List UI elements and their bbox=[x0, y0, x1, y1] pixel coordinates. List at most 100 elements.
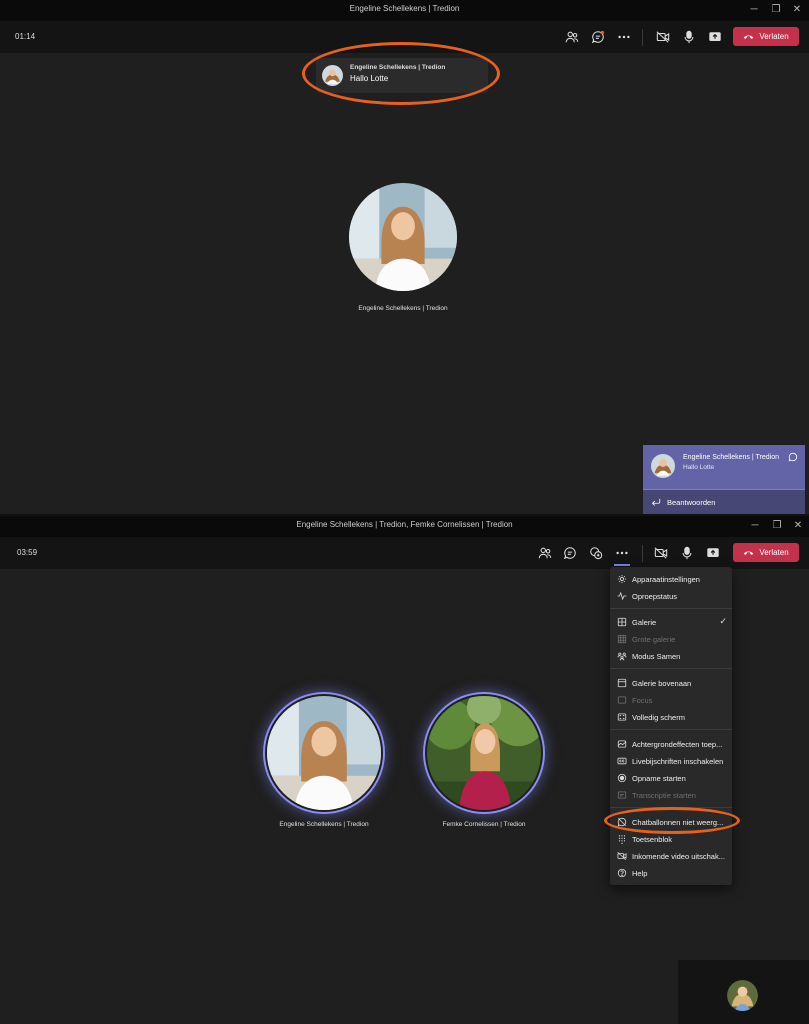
menu-item-label: Livebijschriften inschakelen bbox=[632, 757, 724, 766]
leave-label: Verlaten bbox=[759, 548, 789, 557]
reply-icon bbox=[651, 498, 661, 506]
menu-item-incoming-video-off[interactable]: Inkomende video uitschak... bbox=[610, 848, 732, 864]
menu-item-start-transcription: Transcriptie starten bbox=[610, 787, 732, 803]
menu-item-label: Modus Samen bbox=[632, 652, 681, 661]
participants-icon[interactable] bbox=[536, 544, 554, 562]
restore-icon[interactable]: ❐ bbox=[769, 3, 783, 17]
close-icon[interactable]: ✕ bbox=[791, 519, 805, 533]
gallery-top-icon bbox=[617, 678, 627, 688]
video-off-icon bbox=[617, 851, 627, 861]
call-timer: 01:14 bbox=[15, 32, 36, 41]
participant-name: Engeline Schellekens | Tredion bbox=[358, 305, 448, 312]
hang-up-icon bbox=[744, 551, 754, 555]
participant-name: Engeline Schellekens | Tredion bbox=[279, 821, 369, 828]
more-options-icon[interactable] bbox=[615, 28, 633, 46]
camera-off-icon[interactable] bbox=[654, 28, 672, 46]
menu-item-start-recording[interactable]: Opname starten bbox=[610, 770, 732, 786]
restore-icon[interactable]: ❐ bbox=[770, 519, 784, 533]
close-icon[interactable]: ✕ bbox=[790, 3, 804, 17]
toast-message: Hallo Lotte bbox=[683, 464, 715, 471]
menu-item-label: Apparaatinstellingen bbox=[632, 575, 700, 584]
leave-label: Verlaten bbox=[759, 32, 789, 41]
menu-divider bbox=[610, 668, 732, 669]
menu-item-fullscreen[interactable]: Volledig scherm bbox=[610, 709, 732, 725]
minimize-icon[interactable]: ─ bbox=[748, 519, 762, 533]
large-grid-icon bbox=[617, 634, 627, 644]
annotation-highlight bbox=[302, 42, 500, 105]
help-icon bbox=[617, 868, 627, 878]
menu-item-label: Transcriptie starten bbox=[632, 791, 696, 800]
transcript-icon bbox=[617, 791, 627, 799]
menu-item-label: Inkomende video uitschak... bbox=[632, 852, 725, 861]
menu-item-help[interactable]: Help bbox=[610, 865, 732, 881]
call-timer: 03:59 bbox=[17, 548, 38, 557]
menu-item-device-settings[interactable]: Apparaatinstellingen bbox=[610, 571, 732, 587]
call-toolbar: 03:59 Verlaten bbox=[0, 537, 809, 569]
record-icon bbox=[617, 773, 627, 783]
menu-divider bbox=[610, 729, 732, 730]
reply-label: Beantwoorden bbox=[667, 498, 716, 507]
participants-icon[interactable] bbox=[563, 28, 581, 46]
together-mode-icon bbox=[617, 652, 627, 661]
toolbar-divider bbox=[642, 29, 643, 46]
menu-divider bbox=[610, 608, 732, 609]
minimize-icon[interactable]: ─ bbox=[747, 3, 761, 17]
active-indicator bbox=[614, 564, 630, 566]
menu-item-label: Oproepstatus bbox=[632, 592, 678, 601]
background-effects-icon bbox=[617, 740, 627, 748]
more-options-icon[interactable] bbox=[613, 544, 631, 562]
raise-hand-icon[interactable] bbox=[587, 544, 605, 562]
call-window-2: Engeline Schellekens | Tredion, Femke Co… bbox=[0, 516, 809, 1024]
keypad-icon bbox=[618, 835, 626, 844]
title-bar: Engeline Schellekens | Tredion, Femke Co… bbox=[0, 516, 809, 537]
annotation-highlight bbox=[604, 807, 740, 834]
pulse-icon bbox=[617, 591, 627, 601]
fullscreen-icon bbox=[617, 713, 627, 721]
menu-item-label: Galerie bbox=[632, 618, 657, 627]
menu-item-together-mode[interactable]: Modus Samen bbox=[610, 648, 732, 664]
focus-icon bbox=[617, 696, 627, 704]
camera-off-icon[interactable] bbox=[652, 544, 670, 562]
reply-button[interactable]: Beantwoorden bbox=[643, 489, 805, 514]
menu-item-label: Opname starten bbox=[632, 774, 686, 783]
menu-item-background-effects[interactable]: Achtergrondeffecten toep... bbox=[610, 736, 732, 752]
menu-item-large-gallery: Grote galerie bbox=[610, 631, 732, 647]
menu-item-gallery[interactable]: Galerie ✓ bbox=[610, 614, 732, 630]
check-icon: ✓ bbox=[719, 616, 727, 626]
toast-header[interactable]: Engeline Schellekens | Tredion Hallo Lot… bbox=[643, 445, 805, 489]
menu-item-label: Galerie bovenaan bbox=[632, 679, 692, 688]
participant-name: Femke Cornelissen | Tredion bbox=[442, 821, 526, 828]
chat-toast[interactable]: Engeline Schellekens | Tredion Hallo Lot… bbox=[643, 445, 805, 514]
menu-item-label: Achtergrondeffecten toep... bbox=[632, 740, 723, 749]
menu-item-call-status[interactable]: Oproepstatus bbox=[610, 588, 732, 604]
avatar bbox=[651, 454, 675, 478]
share-screen-icon[interactable] bbox=[704, 544, 722, 562]
menu-item-label: Help bbox=[632, 869, 648, 878]
menu-item-gallery-top[interactable]: Galerie bovenaan bbox=[610, 675, 732, 691]
window-title: Engeline Schellekens | Tredion, Femke Co… bbox=[296, 520, 513, 529]
self-avatar bbox=[727, 980, 758, 1011]
participant-photo bbox=[349, 183, 457, 291]
leave-button[interactable]: Verlaten bbox=[733, 543, 799, 562]
hang-up-icon bbox=[744, 35, 754, 39]
grid-icon bbox=[617, 617, 627, 627]
leave-button[interactable]: Verlaten bbox=[733, 27, 799, 46]
gear-icon bbox=[617, 574, 627, 584]
chat-icon[interactable] bbox=[561, 544, 579, 562]
menu-item-focus: Focus bbox=[610, 692, 732, 708]
menu-item-label: Focus bbox=[632, 696, 653, 705]
chat-icon[interactable] bbox=[589, 28, 607, 46]
call-window-1: Engeline Schellekens | Tredion ─ ❐ ✕ 01:… bbox=[0, 0, 809, 514]
self-view-tile[interactable] bbox=[678, 960, 809, 1024]
microphone-icon[interactable] bbox=[678, 544, 696, 562]
menu-item-label: Grote galerie bbox=[632, 635, 676, 644]
microphone-icon[interactable] bbox=[680, 28, 698, 46]
toast-sender: Engeline Schellekens | Tredion bbox=[683, 454, 779, 461]
share-screen-icon[interactable] bbox=[706, 28, 724, 46]
menu-item-label: Toetsenblok bbox=[632, 835, 673, 844]
more-options-menu: Apparaatinstellingen Oproepstatus Galeri… bbox=[610, 567, 732, 885]
menu-item-label: Volledig scherm bbox=[632, 713, 685, 722]
title-bar: Engeline Schellekens | Tredion ─ ❐ ✕ bbox=[0, 0, 809, 21]
toolbar-divider bbox=[642, 545, 643, 562]
menu-item-live-captions[interactable]: Livebijschriften inschakelen bbox=[610, 753, 732, 769]
